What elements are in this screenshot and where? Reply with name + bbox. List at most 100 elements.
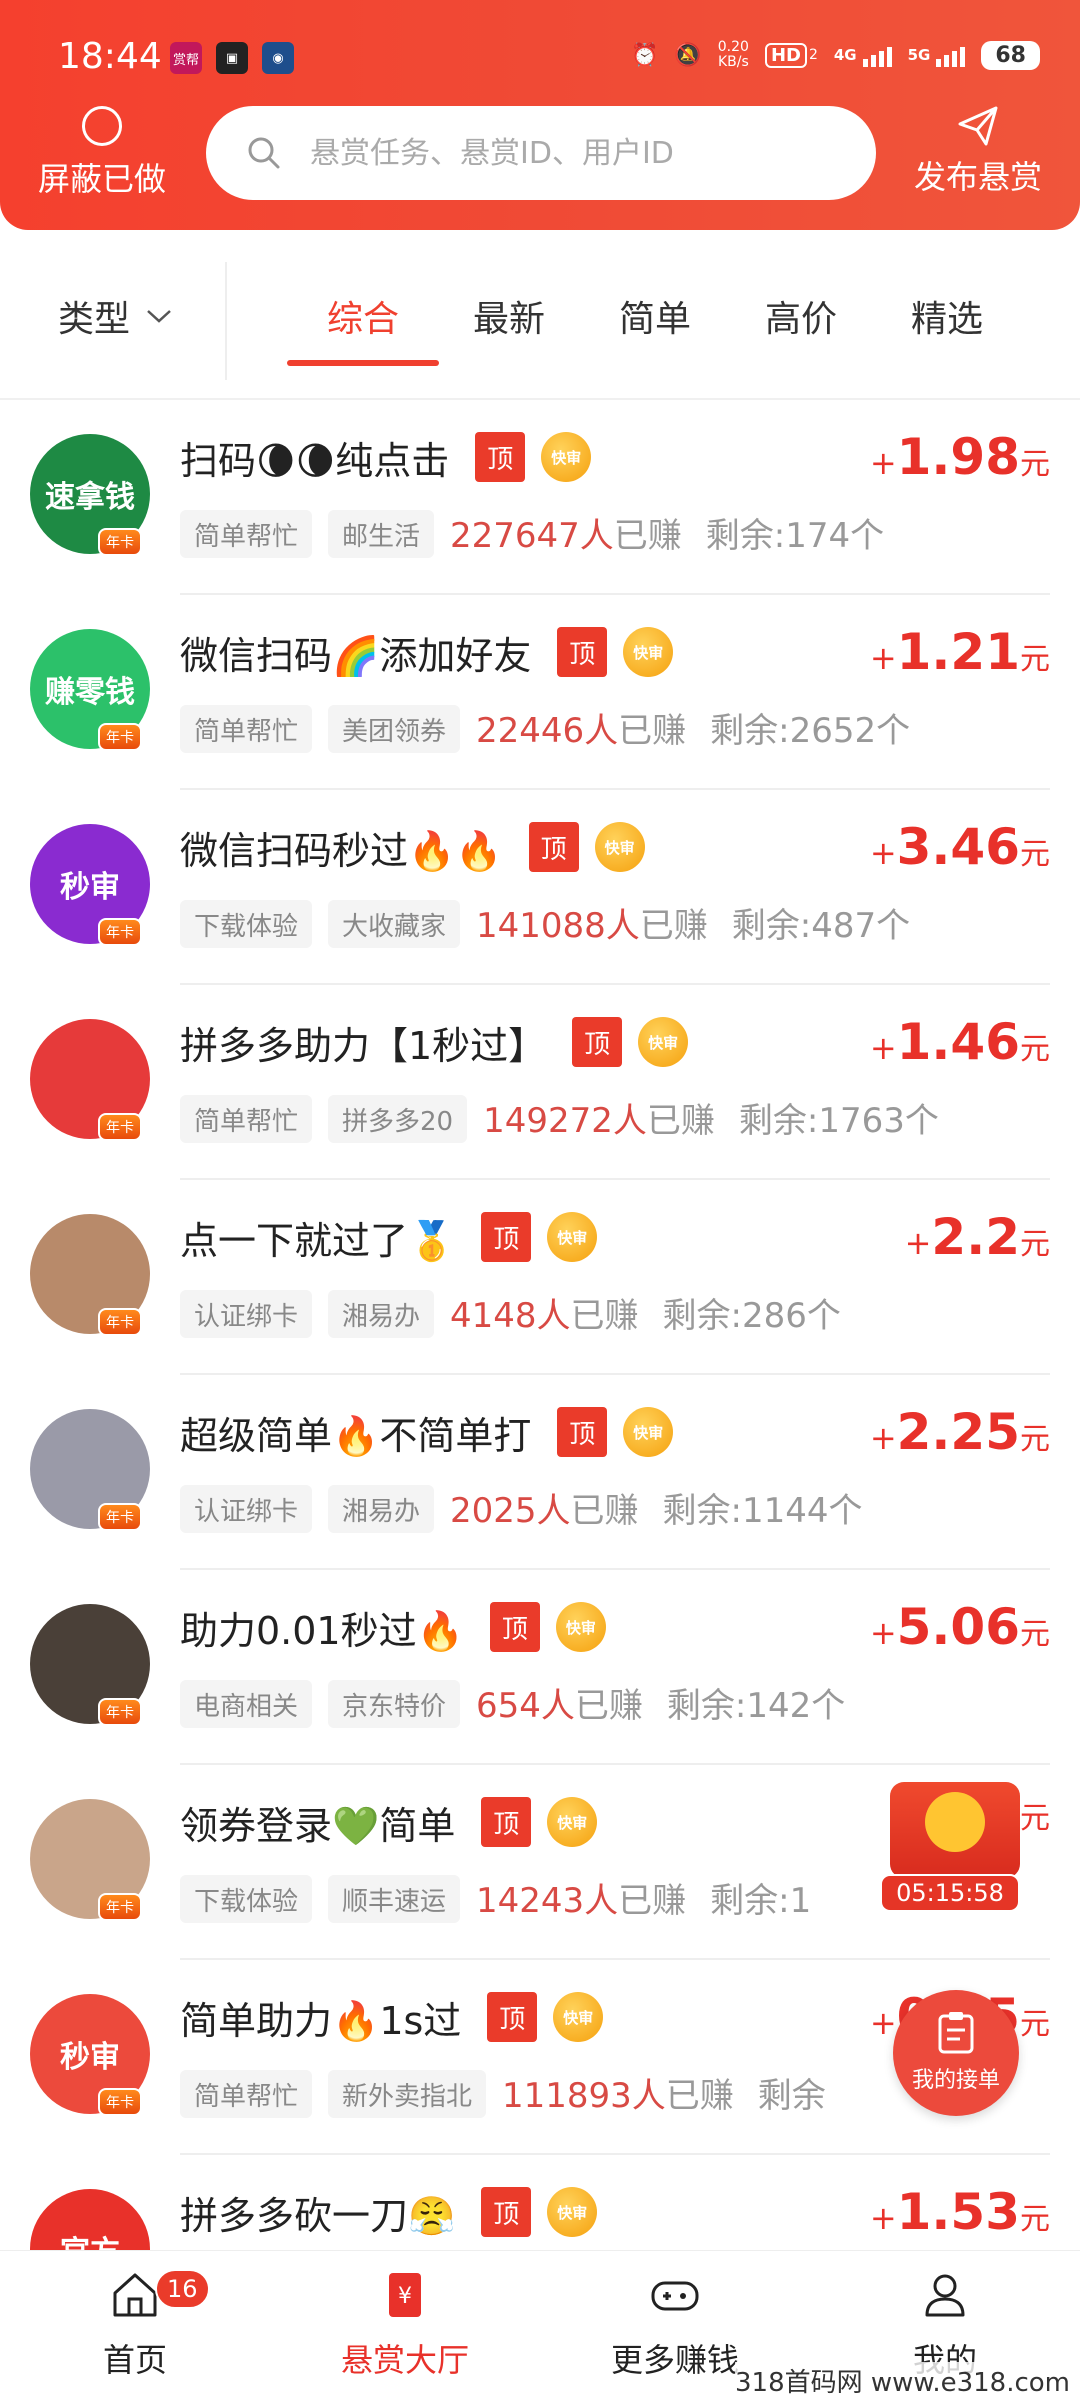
remaining-count: 剩余:142个 xyxy=(666,1686,846,1726)
earned-count: 654人已赚 xyxy=(476,1686,643,1726)
reward-price: +3.46元 xyxy=(869,818,1050,876)
nav-home[interactable]: 16 首页 xyxy=(35,2269,235,2381)
nav-reward-hall-label: 悬赏大厅 xyxy=(340,2341,469,2379)
signal-5g-label: 5G xyxy=(907,46,931,64)
pinned-badge: 顶 xyxy=(481,1797,532,1847)
project-tag: 美团领券 xyxy=(328,705,461,753)
app-notification-icon: 赏帮 xyxy=(170,42,202,74)
task-row[interactable]: 秒审 年卡 微信扫码秒过🔥🔥 顶快审 +3.46元 下载体验 大收藏家 141088人已赚 剩余… xyxy=(0,790,1080,985)
task-title: 拼多多砍一刀😤 xyxy=(180,2194,456,2238)
publish-reward-button[interactable]: 发布悬赏 xyxy=(898,104,1058,198)
category-tag: 简单帮忙 xyxy=(180,1095,313,1143)
project-tag: 顺丰速运 xyxy=(328,1875,461,1923)
quick-review-badge: 快审 xyxy=(541,432,592,482)
tab-comprehensive[interactable]: 综合 xyxy=(287,290,439,366)
alarm-icon: ⏰ xyxy=(630,42,659,68)
task-title: 超级简单🔥不简单打 xyxy=(180,1414,532,1458)
quick-review-badge: 快审 xyxy=(594,822,645,872)
task-row[interactable]: 年卡 助力0.01秒过🔥 顶快审 +5.06元 电商相关 京东特价 654人已赚 剩余:142… xyxy=(0,1570,1080,1765)
reward-price: +1.53元 xyxy=(869,2183,1050,2241)
earned-count: 149272人已赚 xyxy=(483,1101,715,1141)
nav-reward-hall[interactable]: ¥ 悬赏大厅 xyxy=(305,2269,505,2381)
annual-card-badge: 年卡 xyxy=(98,723,142,751)
svg-text:¥: ¥ xyxy=(398,2284,412,2309)
quick-review-badge: 快审 xyxy=(623,627,674,677)
project-tag: 湘易办 xyxy=(328,1290,435,1338)
task-title: 微信扫码秒过🔥🔥 xyxy=(180,829,503,873)
yuan-envelope-icon: ¥ xyxy=(389,2273,421,2317)
tab-newest[interactable]: 最新 xyxy=(436,290,582,342)
pinned-badge: 顶 xyxy=(528,822,579,872)
earned-count: 111893人已赚 xyxy=(502,2076,734,2116)
task-row[interactable]: 年卡 点一下就过了🥇 顶快审 +2.2元 认证绑卡 湘易办 4148人已赚 剩余:286个 xyxy=(0,1180,1080,1375)
countdown-timer: 05:15:58 xyxy=(880,1874,1020,1912)
category-tag: 认证绑卡 xyxy=(180,1485,313,1533)
quick-review-badge: 快审 xyxy=(547,2187,598,2237)
search-bar[interactable] xyxy=(206,106,876,200)
earned-count: 4148人已赚 xyxy=(450,1296,639,1336)
reward-price: +1.21元 xyxy=(869,623,1050,681)
quick-review-badge: 快审 xyxy=(623,1407,674,1457)
pinned-badge: 顶 xyxy=(487,1992,538,2042)
quick-review-badge: 快审 xyxy=(553,1992,604,2042)
annual-card-badge: 年卡 xyxy=(98,1113,142,1141)
mute-icon: 🔕 xyxy=(674,42,702,68)
my-orders-label: 我的接单 xyxy=(911,2068,1000,2093)
category-tag: 认证绑卡 xyxy=(180,1290,313,1338)
nav-home-label: 首页 xyxy=(102,2341,167,2379)
pinned-badge: 顶 xyxy=(557,1407,608,1457)
annual-card-badge: 年卡 xyxy=(98,2088,142,2116)
annual-card-badge: 年卡 xyxy=(98,1308,142,1336)
category-tag: 下载体验 xyxy=(180,1875,313,1923)
earned-count: 2025人已赚 xyxy=(450,1491,639,1531)
reward-price: +2.2元 xyxy=(904,1208,1050,1266)
shield-done-label: 屏蔽已做 xyxy=(37,160,166,198)
shield-done-button[interactable]: 屏蔽已做 xyxy=(22,106,182,200)
category-tag: 简单帮忙 xyxy=(180,2070,313,2118)
task-row[interactable]: 赚零钱 年卡 微信扫码🌈添加好友顶快审 +1.21元 简单帮忙 美团领券 22446人已赚剩… xyxy=(0,595,1080,790)
remaining-count: 剩余:174个 xyxy=(705,516,885,556)
red-packet-widget[interactable]: 05:15:58 xyxy=(880,1782,1030,1912)
tab-simple[interactable]: 简单 xyxy=(582,290,728,342)
tab-featured[interactable]: 精选 xyxy=(874,290,1020,342)
task-row[interactable]: 年卡 超级简单🔥不简单打顶快审 +2.25元 认证绑卡 湘易办 2025人已赚 剩余:114… xyxy=(0,1375,1080,1570)
signal-bars-icon xyxy=(862,43,892,67)
type-dropdown[interactable]: 类型 xyxy=(58,290,174,342)
publish-reward-label: 发布悬赏 xyxy=(913,158,1042,196)
task-title: 点一下就过了🥇 xyxy=(180,1219,456,1263)
project-tag: 邮生活 xyxy=(328,510,435,558)
type-label: 类型 xyxy=(58,299,131,340)
annual-card-badge: 年卡 xyxy=(98,1503,142,1531)
remaining-count: 剩余:1763个 xyxy=(738,1101,939,1141)
chevron-down-icon xyxy=(147,310,171,323)
task-title: 微信扫码🌈添加好友 xyxy=(180,634,532,678)
video-notification-icon: ▣ xyxy=(216,42,248,74)
task-row[interactable]: 年卡 拼多多助力【1秒过】顶快审 +1.46元 简单帮忙 拼多多20 149272人已赚剩… xyxy=(0,985,1080,1180)
search-input[interactable] xyxy=(310,135,830,171)
search-icon xyxy=(248,137,280,169)
pinned-badge: 顶 xyxy=(475,432,526,482)
quick-review-badge: 快审 xyxy=(638,1017,689,1067)
annual-card-badge: 年卡 xyxy=(98,1893,142,1921)
project-tag: 大收藏家 xyxy=(328,900,461,948)
project-tag: 湘易办 xyxy=(328,1485,435,1533)
task-row[interactable]: 速拿钱 年卡 扫码🌘🌘纯点击顶快审 +1.98元 简单帮忙 邮生活 227647人已赚 剩余:… xyxy=(0,400,1080,595)
quick-review-badge: 快审 xyxy=(547,1797,598,1847)
bot-notification-icon: ◉ xyxy=(262,42,294,74)
category-tag: 电商相关 xyxy=(180,1680,313,1728)
quick-review-badge: 快审 xyxy=(547,1212,598,1262)
avatar: 官方 xyxy=(30,2189,150,2250)
home-badge: 16 xyxy=(155,2269,210,2309)
earned-count: 22446人已赚 xyxy=(476,711,687,751)
my-orders-button[interactable]: 我的接单 xyxy=(893,1990,1019,2116)
task-row[interactable]: 官方年卡拼多多砍一刀😤顶快审+1.53元 xyxy=(0,2155,1080,2250)
battery-icon: 68 xyxy=(981,40,1040,70)
remaining-count: 剩余:286个 xyxy=(662,1296,841,1336)
project-tag: 京东特价 xyxy=(328,1680,461,1728)
annual-card-badge: 年卡 xyxy=(98,918,142,946)
tab-high-price[interactable]: 高价 xyxy=(728,290,874,342)
status-app-icons: 赏帮 ▣ ◉ xyxy=(170,42,294,74)
reward-price: +5.06元 xyxy=(869,1598,1050,1656)
annual-card-badge: 年卡 xyxy=(98,528,142,556)
pinned-badge: 顶 xyxy=(481,2187,532,2237)
